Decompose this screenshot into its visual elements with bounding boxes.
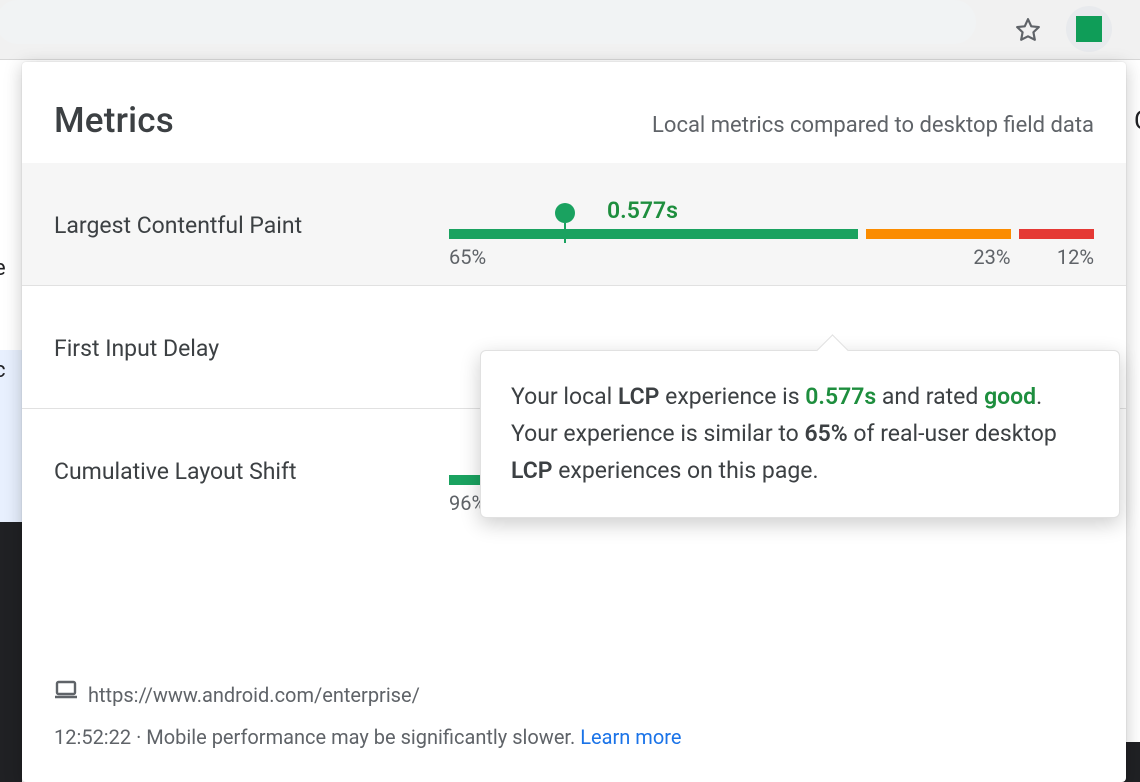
web-vitals-card: Metrics Local metrics compared to deskto…: [22, 62, 1126, 782]
distribution-segment: [866, 229, 1011, 239]
overflow-glyph-right: C: [1134, 106, 1140, 136]
footer-timestamp: 12:52:22: [54, 725, 131, 749]
distribution-segment: [1019, 229, 1094, 239]
footer-message: Mobile performance may be significantly …: [146, 725, 580, 749]
footer-url: https://www.android.com/enterprise/: [88, 676, 420, 714]
footer-status-row: 12:52:22 · Mobile performance may be sig…: [54, 718, 1094, 756]
tooltip-percentile: 65%: [804, 420, 847, 447]
bookmark-star-icon[interactable]: [1008, 10, 1048, 50]
card-header: Metrics Local metrics compared to deskto…: [22, 62, 1126, 163]
tooltip-text: experience is: [659, 383, 805, 410]
omnibox-background: [0, 0, 976, 44]
distribution-segment-label: 23%: [866, 245, 1011, 269]
metric-distribution-labels: 65% 23% 12%: [449, 245, 1094, 269]
overflow-glyph-left-1: e: [0, 256, 6, 281]
card-subtitle: Local metrics compared to desktop field …: [652, 113, 1094, 138]
metric-name: First Input Delay: [54, 335, 449, 362]
distribution-segment-label: 12%: [1019, 245, 1094, 269]
tooltip-text: of real-user desktop: [848, 420, 1057, 447]
metric-bar-zone: 0.577s65%23%12%: [449, 195, 1094, 255]
footer-separator: ·: [131, 725, 146, 749]
tooltip-value: 0.577s: [805, 383, 876, 410]
metric-distribution-bar: [449, 229, 1094, 239]
metric-name: Largest Contentful Paint: [54, 212, 449, 239]
metric-row[interactable]: Largest Contentful Paint0.577s65%23%12%: [22, 163, 1126, 286]
footer-url-row: https://www.android.com/enterprise/: [54, 676, 1094, 714]
tooltip-text: and rated: [876, 383, 984, 410]
background-sliver-dark: [0, 522, 22, 782]
metric-tooltip: Your local LCP experience is 0.577s and …: [480, 350, 1120, 518]
card-title: Metrics: [54, 100, 174, 141]
overflow-glyph-left-2: c: [0, 358, 6, 383]
laptop-icon: [54, 676, 78, 714]
metric-value: 0.577s: [607, 197, 678, 224]
tooltip-text: experiences on this page.: [553, 457, 819, 484]
tooltip-metric-abbrev: LCP: [511, 457, 553, 484]
tooltip-rating: good: [984, 383, 1036, 410]
browser-chrome-strip: [0, 0, 1140, 60]
profile-color-square: [1076, 16, 1102, 42]
marker-dot-icon: [555, 203, 575, 223]
profile-avatar[interactable]: [1066, 6, 1112, 52]
distribution-segment-label: 65%: [449, 245, 858, 269]
tooltip-metric-abbrev: LCP: [618, 383, 660, 410]
distribution-segment: [449, 229, 858, 239]
metric-name: Cumulative Layout Shift: [54, 458, 449, 485]
tooltip-text: Your local: [511, 383, 618, 410]
card-footer: https://www.android.com/enterprise/ 12:5…: [54, 676, 1094, 756]
learn-more-link[interactable]: Learn more: [580, 725, 681, 749]
